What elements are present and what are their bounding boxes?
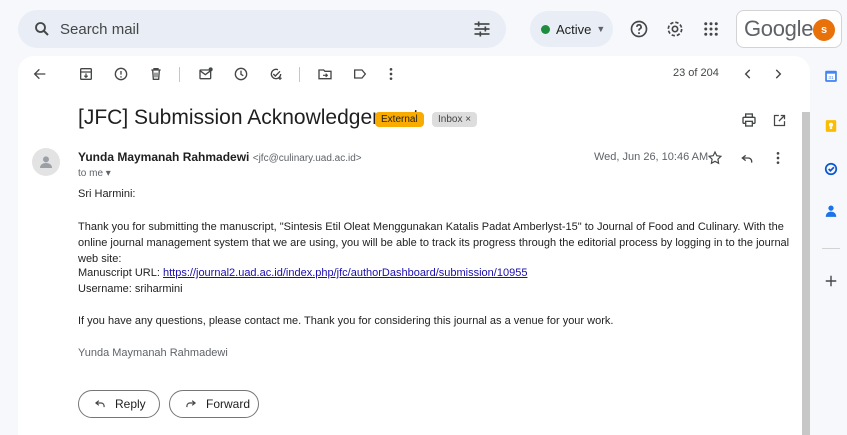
sender-email: <jfc@culinary.uad.ac.id>	[252, 153, 362, 164]
chevron-down-icon: ▼	[596, 24, 606, 34]
message-pane: 23 of 204 [JFC] Submission Acknowledgeme…	[18, 56, 810, 435]
email-greeting: Sri Harmini:	[78, 188, 136, 200]
email-subject: [JFC] Submission Acknowledgement	[78, 106, 419, 129]
svg-text:31: 31	[828, 75, 834, 80]
status-dropdown[interactable]: Active ▼	[530, 11, 613, 47]
settings-icon[interactable]	[664, 18, 686, 40]
reply-button[interactable]: Reply	[78, 390, 160, 418]
forward-button[interactable]: Forward	[169, 390, 259, 418]
add-task-icon[interactable]	[266, 64, 286, 84]
email-paragraph: Thank you for submitting the manuscript,…	[78, 221, 790, 265]
scrollbar[interactable]	[802, 112, 810, 435]
snooze-icon[interactable]	[231, 64, 251, 84]
calendar-icon[interactable]: 31	[824, 69, 838, 83]
chevron-right-icon[interactable]	[768, 64, 788, 84]
sender-name[interactable]: Yunda Maymanah Rahmadewi	[78, 150, 249, 164]
google-logo: Google	[744, 16, 814, 41]
inbox-label-chip[interactable]: Inbox ×	[432, 112, 478, 127]
star-icon[interactable]	[706, 149, 724, 167]
reply-icon	[93, 396, 107, 413]
search-bar[interactable]: Search mail	[18, 10, 506, 48]
open-new-window-icon[interactable]	[770, 111, 788, 129]
url-label: Manuscript URL:	[78, 267, 163, 279]
email-paragraph: If you have any questions, please contac…	[78, 315, 614, 327]
recipients-toggle[interactable]: to me ▾	[78, 168, 111, 179]
reply-icon[interactable]	[738, 149, 756, 167]
search-input[interactable]: Search mail	[60, 21, 139, 38]
back-arrow-icon[interactable]	[30, 64, 50, 84]
report-spam-icon[interactable]	[111, 64, 131, 84]
mark-unread-icon[interactable]	[196, 64, 216, 84]
toolbar-divider	[299, 67, 300, 82]
username-line: Username: sriharmini	[78, 283, 183, 295]
forward-label: Forward	[206, 397, 251, 411]
rail-divider	[822, 248, 840, 249]
sender-line: Yunda Maymanah Rahmadewi <jfc@culinary.u…	[78, 150, 362, 164]
more-vert-icon[interactable]	[769, 149, 787, 167]
help-icon[interactable]	[628, 18, 650, 40]
search-icon[interactable]	[32, 19, 52, 39]
keep-icon[interactable]	[824, 119, 838, 133]
side-panel-rail: 31	[812, 56, 847, 435]
chevron-left-icon[interactable]	[738, 64, 758, 84]
manuscript-link[interactable]: https://journal2.uad.ac.id/index.php/jfc…	[163, 267, 527, 279]
status-dot	[541, 24, 550, 34]
more-vert-icon[interactable]	[381, 64, 401, 84]
manuscript-url-line: Manuscript URL: https://journal2.uad.ac.…	[78, 265, 796, 281]
status-label: Active	[556, 21, 592, 37]
sender-avatar	[32, 148, 60, 176]
email-signature: Yunda Maymanah Rahmadewi	[78, 347, 228, 359]
label-icon[interactable]	[350, 64, 370, 84]
print-icon[interactable]	[740, 111, 758, 129]
contacts-icon[interactable]	[824, 204, 838, 218]
move-to-icon[interactable]	[315, 64, 335, 84]
forward-icon	[184, 396, 198, 413]
email-date: Wed, Jun 26, 10:46 AM	[594, 151, 709, 163]
add-icon[interactable]	[824, 274, 838, 288]
reply-label: Reply	[115, 397, 146, 411]
tasks-icon[interactable]	[824, 162, 838, 176]
delete-icon[interactable]	[146, 64, 166, 84]
apps-icon[interactable]	[700, 18, 722, 40]
tune-icon[interactable]	[472, 19, 492, 44]
pagination-count: 23 of 204	[673, 67, 719, 79]
account-chip[interactable]: Google s	[736, 10, 842, 48]
external-badge: External	[375, 112, 424, 127]
avatar[interactable]: s	[813, 19, 835, 41]
top-bar: Search mail Active ▼ Google s	[0, 0, 847, 56]
archive-icon[interactable]	[76, 64, 96, 84]
toolbar-divider	[179, 67, 180, 82]
message-toolbar: 23 of 204	[18, 56, 810, 92]
